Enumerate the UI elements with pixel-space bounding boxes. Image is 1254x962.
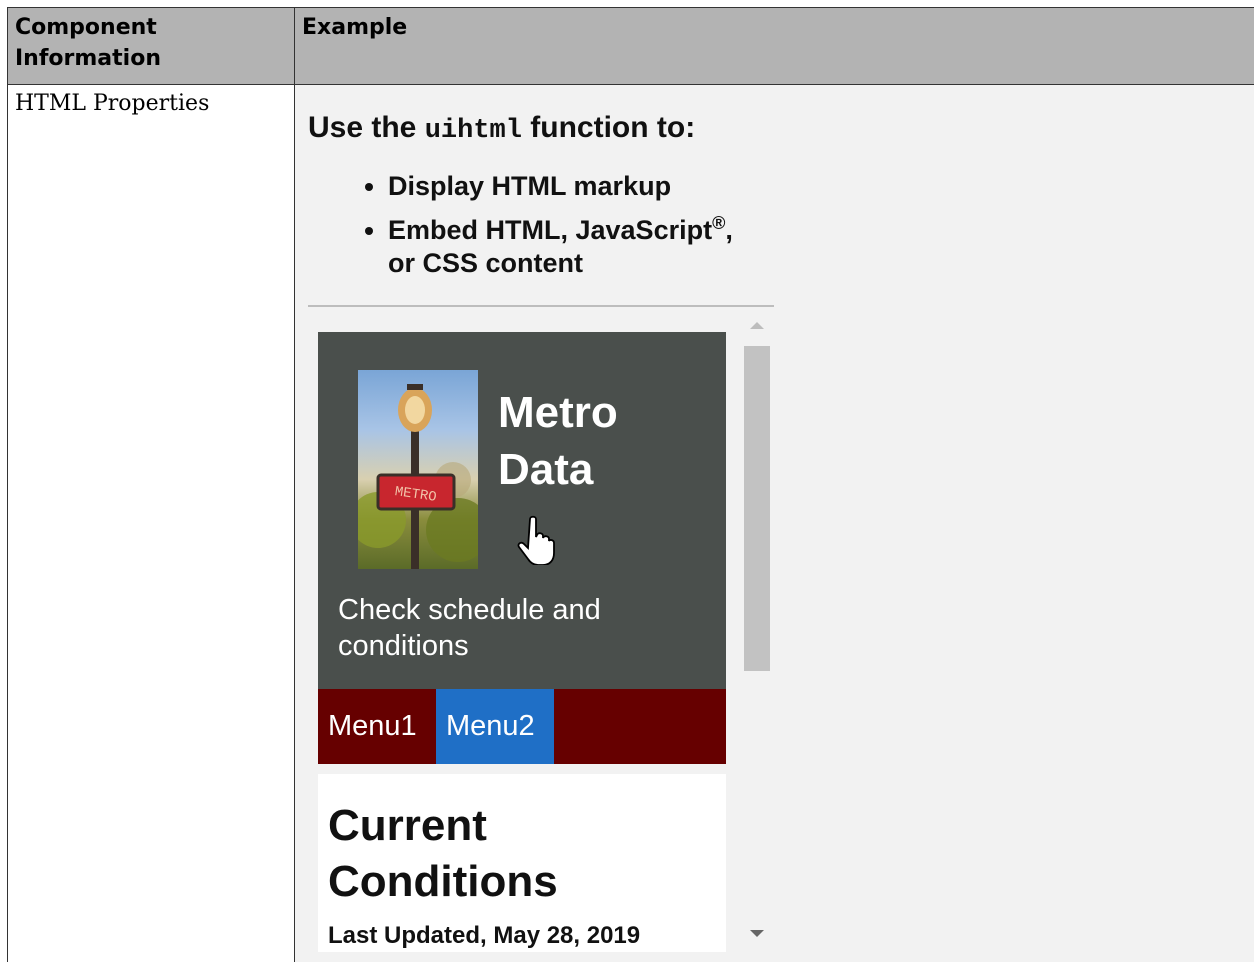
menu-bar: Menu1 Menu2 bbox=[318, 689, 726, 764]
scrollbar-thumb[interactable] bbox=[744, 346, 770, 671]
component-name: HTML Properties bbox=[15, 91, 210, 116]
uihtml-code: uihtml bbox=[424, 116, 522, 146]
content-area: Current Conditions Last Updated, May 28, … bbox=[318, 774, 726, 952]
app-subtitle: Check schedule and conditions bbox=[338, 594, 601, 662]
table-header-row: Component Information Example bbox=[8, 8, 1254, 85]
scroll-down-arrow-icon[interactable] bbox=[750, 930, 764, 937]
menu1-item[interactable]: Menu1 bbox=[318, 689, 436, 764]
header-component-information: Component Information bbox=[15, 15, 161, 71]
list-item: Display HTML markup bbox=[388, 170, 788, 203]
registered-mark: ® bbox=[712, 213, 726, 233]
hero-banner: METRO Metro Data Check schedule and condi… bbox=[318, 332, 726, 689]
menu2-item[interactable]: Menu2 bbox=[436, 689, 554, 764]
intro-heading: Use the uihtml function to: bbox=[308, 111, 696, 146]
app-title: Metro Data bbox=[498, 388, 618, 494]
header-example: Example bbox=[302, 15, 408, 40]
last-updated-text: Last Updated, May 28, 2019 bbox=[328, 922, 641, 949]
list-item: Embed HTML, JavaScript®,or CSS content bbox=[388, 207, 788, 280]
feature-list: Display HTML markup Embed HTML, JavaScri… bbox=[358, 170, 788, 284]
content-title: Current Conditions bbox=[328, 801, 558, 906]
scroll-up-arrow-icon[interactable] bbox=[750, 322, 764, 329]
hand-pointer-icon bbox=[517, 515, 555, 565]
html-app-preview: METRO Metro Data Check schedule and condi… bbox=[318, 332, 726, 952]
metro-sign-photo: METRO bbox=[358, 370, 478, 569]
example-image: Use the uihtml function to: Display HTML… bbox=[308, 95, 774, 962]
divider bbox=[308, 305, 774, 307]
